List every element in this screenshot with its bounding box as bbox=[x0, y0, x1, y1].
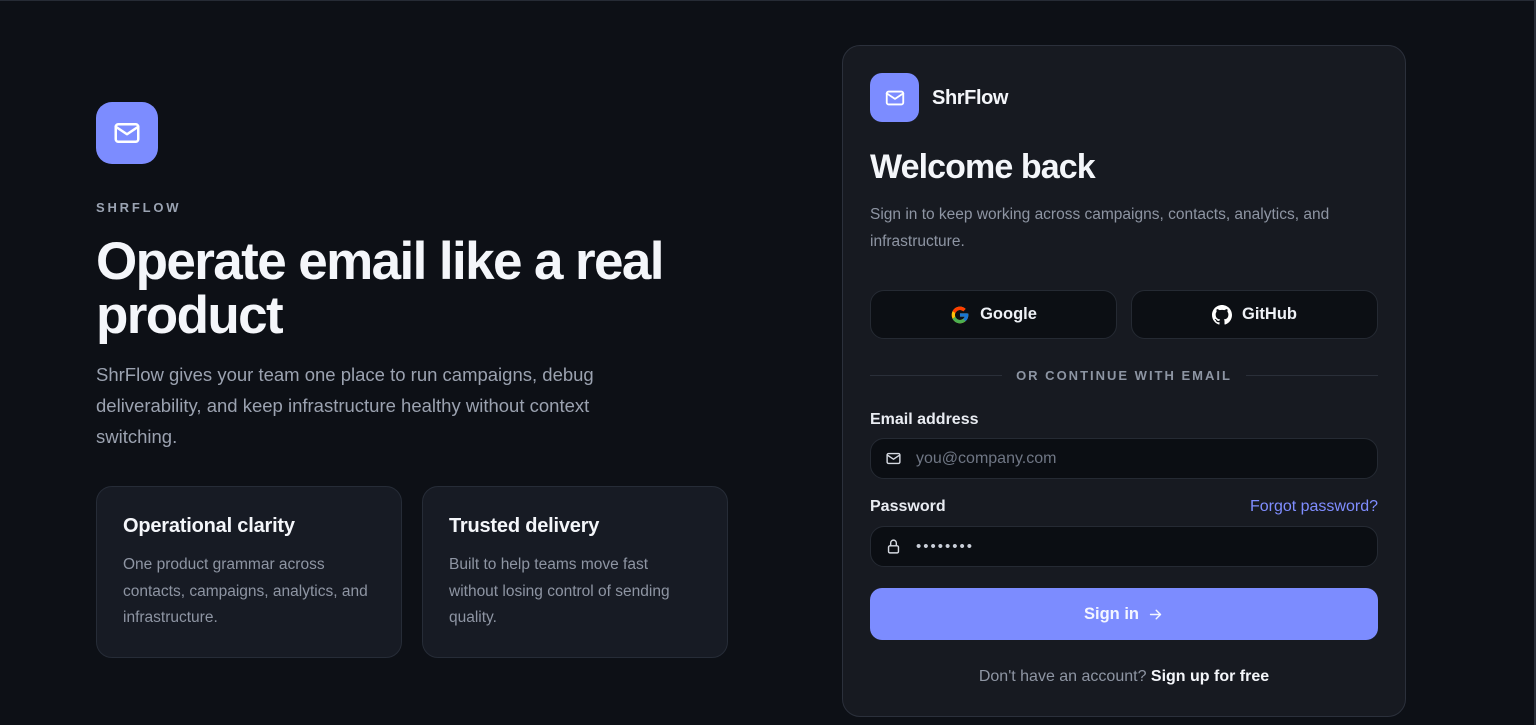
mail-icon bbox=[884, 450, 902, 468]
forgot-password-link[interactable]: Forgot password? bbox=[1250, 498, 1378, 516]
mail-icon bbox=[114, 123, 140, 143]
email-label: Email address bbox=[870, 411, 979, 428]
welcome-title: Welcome back bbox=[870, 148, 1096, 186]
signup-link[interactable]: Sign up for free bbox=[1151, 668, 1269, 685]
hero-headline: Operate email like a real product bbox=[96, 232, 665, 345]
brand-name: ShrFlow bbox=[932, 87, 1009, 109]
mail-icon bbox=[885, 90, 904, 105]
feature-card-trusted-delivery: Trusted delivery Built to help teams mov… bbox=[422, 486, 728, 658]
divider-line bbox=[1245, 374, 1379, 376]
lock-icon bbox=[884, 538, 902, 556]
email-field-wrapper bbox=[870, 438, 1378, 479]
hero-eyebrow: SHRFLOW bbox=[96, 200, 182, 215]
divider-line bbox=[870, 374, 1003, 376]
welcome-subtitle: Sign in to keep working across campaigns… bbox=[870, 206, 1330, 250]
sign-in-button[interactable]: Sign in bbox=[870, 588, 1378, 640]
feature-text: One product grammar across contacts, cam… bbox=[123, 556, 368, 626]
google-icon bbox=[951, 306, 969, 323]
signup-prompt: Don't have an account? bbox=[978, 668, 1151, 685]
divider-text: OR CONTINUE WITH EMAIL bbox=[1016, 367, 1232, 383]
google-sign-in-button[interactable]: Google bbox=[870, 290, 1117, 339]
feature-title: Operational clarity bbox=[123, 515, 295, 537]
brand-logo bbox=[870, 73, 919, 122]
sign-in-label: Sign in bbox=[1084, 604, 1139, 623]
sign-in-card: ShrFlow Welcome back Sign in to keep wor… bbox=[842, 45, 1406, 717]
arrow-right-icon bbox=[1149, 609, 1162, 619]
login-page: SHRFLOW Operate email like a real produc… bbox=[0, 0, 1536, 725]
password-field-wrapper bbox=[870, 526, 1378, 567]
github-icon bbox=[1212, 304, 1232, 325]
feature-text: Built to help teams move fast without lo… bbox=[449, 556, 670, 626]
password-input[interactable] bbox=[914, 526, 1377, 567]
hero-logo bbox=[96, 102, 158, 164]
signup-row: Don't have an account? Sign up for free bbox=[843, 668, 1405, 686]
github-sign-in-button[interactable]: GitHub bbox=[1131, 290, 1378, 339]
email-divider: OR CONTINUE WITH EMAIL bbox=[870, 365, 1379, 385]
feature-card-operational-clarity: Operational clarity One product grammar … bbox=[96, 486, 402, 658]
password-label: Password bbox=[870, 498, 946, 515]
email-input[interactable] bbox=[914, 438, 1377, 479]
feature-title: Trusted delivery bbox=[449, 515, 600, 537]
hero-description: ShrFlow gives your team one place to run… bbox=[96, 364, 594, 447]
github-button-label: GitHub bbox=[1242, 305, 1297, 323]
google-button-label: Google bbox=[980, 305, 1037, 323]
